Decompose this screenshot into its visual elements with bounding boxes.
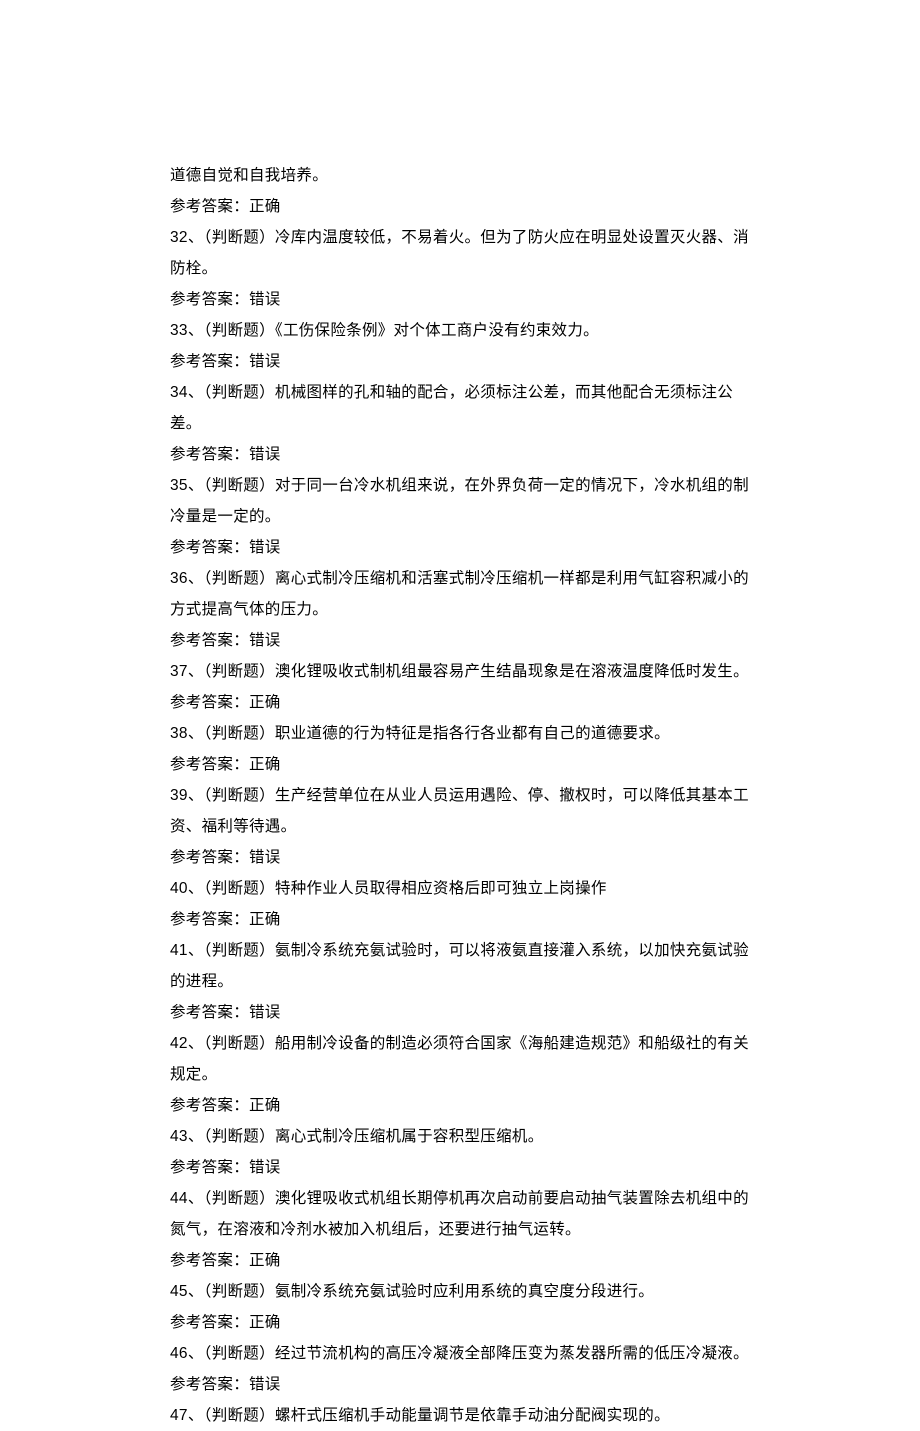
text-line: 参考答案：正确 — [170, 191, 750, 222]
text-line: 道德自觉和自我培养。 — [170, 160, 750, 191]
text-line: 参考答案：正确 — [170, 1245, 750, 1276]
document-page: 道德自觉和自我培养。参考答案：正确32、（判断题）冷库内温度较低，不易着火。但为… — [0, 0, 920, 1431]
text-line: 34、（判断题）机械图样的孔和轴的配合，必须标注公差，而其他配合无须标注公差。 — [170, 377, 750, 439]
text-line: 参考答案：正确 — [170, 1090, 750, 1121]
text-line: 43、（判断题）离心式制冷压缩机属于容积型压缩机。 — [170, 1121, 750, 1152]
text-line: 46、（判断题）经过节流机构的高压冷凝液全部降压变为蒸发器所需的低压冷凝液。 — [170, 1338, 750, 1369]
text-line: 参考答案：错误 — [170, 842, 750, 873]
text-line: 参考答案：错误 — [170, 1369, 750, 1400]
text-line: 参考答案：错误 — [170, 284, 750, 315]
text-line: 40、（判断题）特种作业人员取得相应资格后即可独立上岗操作 — [170, 873, 750, 904]
text-line: 44、（判断题）澳化锂吸收式机组长期停机再次启动前要启动抽气装置除去机组中的氮气… — [170, 1183, 750, 1245]
text-line: 参考答案：错误 — [170, 625, 750, 656]
text-line: 45、（判断题）氨制冷系统充氨试验时应利用系统的真空度分段进行。 — [170, 1276, 750, 1307]
text-line: 39、（判断题）生产经营单位在从业人员运用遇险、停、撤权时，可以降低其基本工资、… — [170, 780, 750, 842]
text-line: 41、（判断题）氨制冷系统充氨试验时，可以将液氨直接灌入系统，以加快充氨试验的进… — [170, 935, 750, 997]
text-line: 参考答案：正确 — [170, 687, 750, 718]
text-line: 32、（判断题）冷库内温度较低，不易着火。但为了防火应在明显处设置灭火器、消防栓… — [170, 222, 750, 284]
text-line: 参考答案：错误 — [170, 439, 750, 470]
text-line: 参考答案：正确 — [170, 749, 750, 780]
text-line: 参考答案：错误 — [170, 346, 750, 377]
text-line: 参考答案：错误 — [170, 1152, 750, 1183]
text-line: 33、（判断题）《工伤保险条例》对个体工商户没有约束效力。 — [170, 315, 750, 346]
text-line: 47、（判断题）螺杆式压缩机手动能量调节是依靠手动油分配阀实现的。 — [170, 1400, 750, 1431]
text-line: 42、（判断题）船用制冷设备的制造必须符合国家《海船建造规范》和船级社的有关规定… — [170, 1028, 750, 1090]
text-line: 36、（判断题）离心式制冷压缩机和活塞式制冷压缩机一样都是利用气缸容积减小的方式… — [170, 563, 750, 625]
text-line: 37、（判断题）澳化锂吸收式制机组最容易产生结晶现象是在溶液温度降低时发生。 — [170, 656, 750, 687]
text-line: 参考答案：正确 — [170, 904, 750, 935]
text-line: 参考答案：错误 — [170, 532, 750, 563]
text-line: 参考答案：错误 — [170, 997, 750, 1028]
text-line: 38、（判断题）职业道德的行为特征是指各行各业都有自己的道德要求。 — [170, 718, 750, 749]
document-content: 道德自觉和自我培养。参考答案：正确32、（判断题）冷库内温度较低，不易着火。但为… — [170, 160, 750, 1431]
text-line: 参考答案：正确 — [170, 1307, 750, 1338]
text-line: 35、（判断题）对于同一台冷水机组来说，在外界负荷一定的情况下，冷水机组的制冷量… — [170, 470, 750, 532]
